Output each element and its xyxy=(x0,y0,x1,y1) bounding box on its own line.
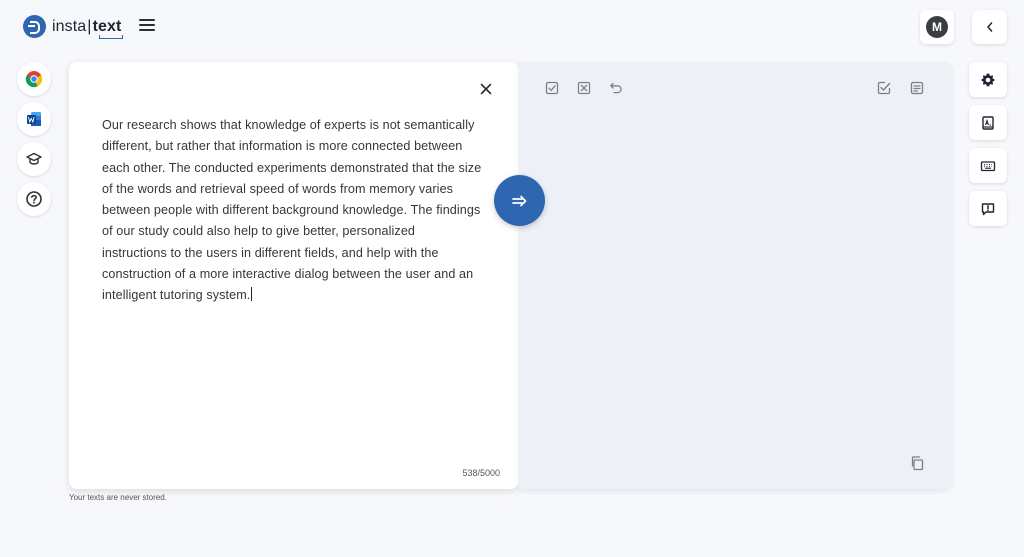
clear-text-close-icon[interactable] xyxy=(477,80,495,98)
keyboard-button[interactable] xyxy=(969,148,1007,183)
dictionary-icon xyxy=(982,115,994,130)
character-count: 538/5000 xyxy=(462,468,500,478)
word-addin-button[interactable] xyxy=(17,102,51,136)
collapse-panel-button[interactable] xyxy=(972,10,1007,44)
user-avatar-button[interactable]: M xyxy=(920,10,954,44)
copy-icon[interactable] xyxy=(909,455,925,471)
chrome-icon xyxy=(25,71,43,88)
feedback-icon xyxy=(981,202,995,215)
double-arrow-right-icon xyxy=(511,195,526,206)
dictionary-button[interactable] xyxy=(969,105,1007,140)
reject-all-icon[interactable] xyxy=(576,80,592,96)
accept-all-icon[interactable] xyxy=(544,80,560,96)
word-icon xyxy=(27,112,41,126)
right-rail xyxy=(969,62,1007,234)
logo-mark-icon xyxy=(23,15,46,38)
education-button[interactable] xyxy=(17,142,51,176)
left-rail xyxy=(17,62,51,222)
help-button[interactable] xyxy=(17,182,51,216)
avatar: M xyxy=(926,16,948,38)
rewrite-button[interactable] xyxy=(494,175,545,226)
logo-separator: | xyxy=(87,17,92,35)
top-bar: insta|text M xyxy=(0,0,1024,54)
logo-text: insta|text xyxy=(52,18,121,36)
check-list-icon[interactable] xyxy=(876,80,892,96)
output-panel xyxy=(519,62,952,489)
privacy-note: Your texts are never stored. xyxy=(69,493,167,502)
input-editor-panel: Our research shows that knowledge of exp… xyxy=(69,62,519,489)
undo-icon[interactable] xyxy=(608,80,624,96)
settings-button[interactable] xyxy=(969,62,1007,97)
logo-name-right: text xyxy=(92,17,122,35)
help-icon xyxy=(26,191,42,207)
feedback-button[interactable] xyxy=(969,191,1007,226)
chevron-left-icon xyxy=(986,22,992,32)
notes-icon[interactable] xyxy=(909,80,925,96)
settings-icon xyxy=(981,73,995,86)
graduation-cap-icon xyxy=(26,152,42,165)
logo-name-left: insta xyxy=(52,17,87,35)
instatext-logo[interactable]: insta|text xyxy=(23,15,121,38)
hamburger-menu-icon[interactable] xyxy=(139,19,155,33)
chrome-extension-button[interactable] xyxy=(17,62,51,96)
input-text-area[interactable]: Our research shows that knowledge of exp… xyxy=(102,115,482,307)
keyboard-icon xyxy=(980,160,996,171)
